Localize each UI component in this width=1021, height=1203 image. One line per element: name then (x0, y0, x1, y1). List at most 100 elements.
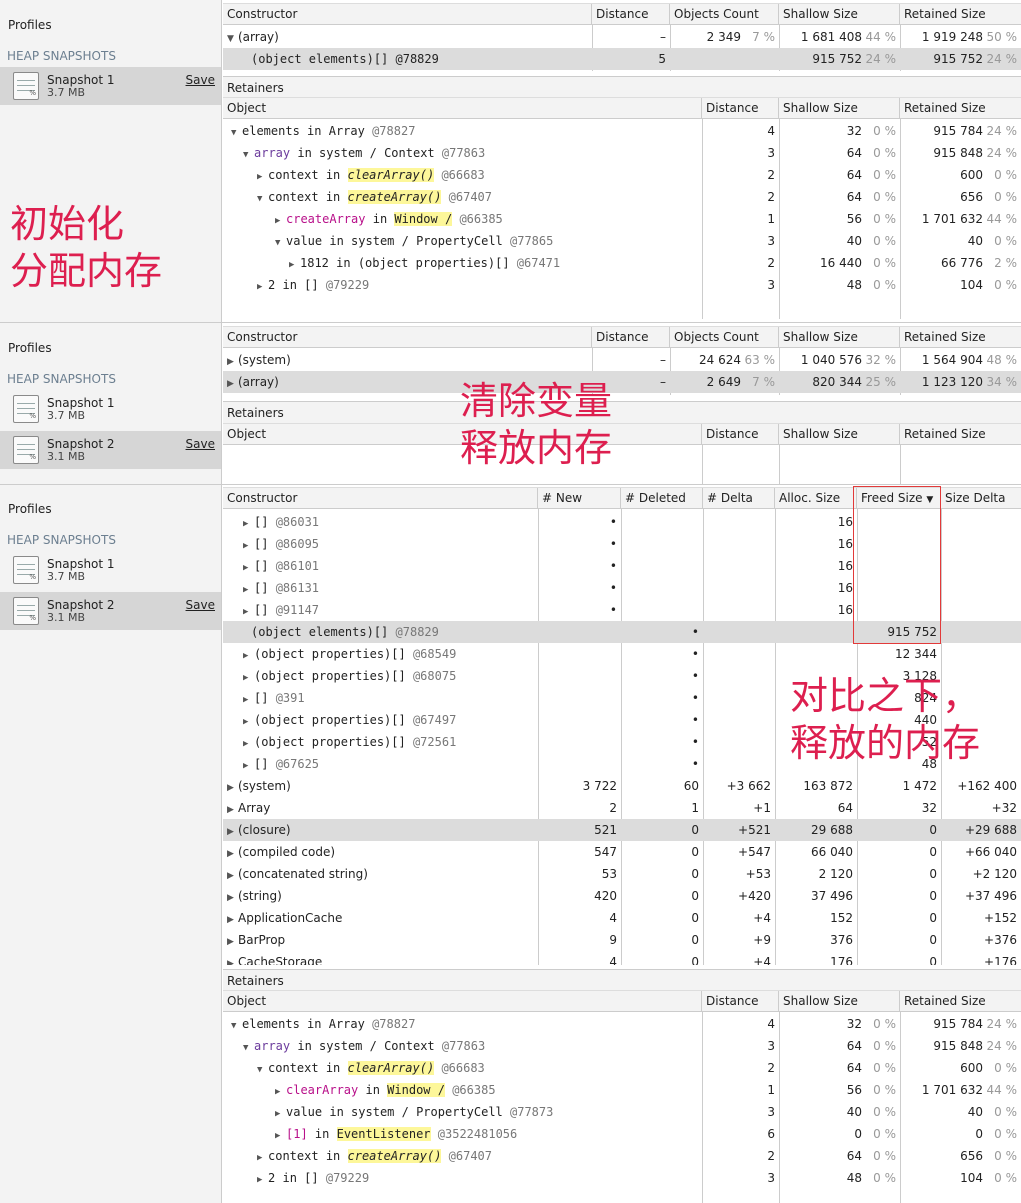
collapsed-triangle-icon[interactable]: ▶ (227, 865, 238, 887)
col-constructor[interactable]: Constructor (223, 4, 592, 25)
table-row[interactable]: ▶ CacheStorage 4 0 +4 176 0 +176 (223, 951, 1021, 965)
expand-triangle-icon[interactable]: ▼ (231, 1015, 242, 1037)
collapsed-triangle-icon[interactable]: ▶ (243, 601, 254, 623)
col-distance[interactable]: Distance (702, 98, 779, 119)
expand-triangle-icon[interactable]: ▼ (243, 144, 254, 166)
retainer-row[interactable]: ▶ clearArray in Window / @66385 1 56 0 % 1 70… (223, 1079, 1021, 1101)
collapsed-triangle-icon[interactable]: ▶ (227, 351, 238, 373)
collapsed-triangle-icon[interactable]: ▶ (275, 210, 286, 232)
collapsed-triangle-icon[interactable]: ▶ (227, 821, 238, 843)
table-row[interactable]: ▶ Array 2 1 +1 64 32 +32 (223, 797, 1021, 819)
col-shallow-size[interactable]: Shallow Size (779, 424, 900, 445)
expand-triangle-icon[interactable]: ▼ (231, 122, 242, 144)
retainer-row[interactable]: ▶ value in system / PropertyCell @77873 3 4… (223, 1101, 1021, 1123)
collapsed-triangle-icon[interactable]: ▶ (227, 799, 238, 821)
col-retained-size[interactable]: Retained Size (900, 327, 1021, 348)
col-retained-size[interactable]: Retained Size (900, 991, 1021, 1012)
collapsed-triangle-icon[interactable]: ▶ (257, 1169, 268, 1191)
collapsed-triangle-icon[interactable]: ▶ (243, 579, 254, 601)
expand-triangle-icon[interactable]: ▼ (243, 1037, 254, 1059)
retainer-row[interactable]: ▼ context in createArray() @67407 2 64 0 % 65… (223, 186, 1021, 208)
col-object[interactable]: Object (223, 991, 702, 1012)
collapsed-triangle-icon[interactable]: ▶ (257, 276, 268, 298)
collapsed-triangle-icon[interactable]: ▶ (227, 909, 238, 931)
save-button[interactable]: Save (186, 598, 215, 612)
retained-percent: 24 % (986, 124, 1018, 138)
retainer-row[interactable]: ▼ context in clearArray() @66683 2 64 0 % 600… (223, 1057, 1021, 1079)
retainer-row[interactable]: ▼ elements in Array @78827 4 32 0 % 915 784 24… (223, 120, 1021, 142)
collapsed-triangle-icon[interactable]: ▶ (227, 953, 238, 965)
col-retained-size[interactable]: Retained Size (900, 424, 1021, 445)
retainer-row[interactable]: ▶ 2 in [] @79229 3 48 0 % 104 0 % (223, 274, 1021, 296)
collapsed-triangle-icon[interactable]: ▶ (257, 1147, 268, 1169)
retainer-row[interactable]: ▶ createArray in Window / @66385 1 56 0 % 1 7… (223, 208, 1021, 230)
table-row[interactable]: ▶ BarProp 9 0 +9 376 0 +376 (223, 929, 1021, 951)
table-row-selected[interactable]: ▶ (closure) 521 0 +521 29 688 0 +29 688 (223, 819, 1021, 841)
expand-triangle-icon[interactable]: ▼ (275, 232, 286, 254)
col-distance[interactable]: Distance (702, 991, 779, 1012)
retainer-row[interactable]: ▼ array in system / Context @77863 3 64 0 % 9… (223, 142, 1021, 164)
collapsed-triangle-icon[interactable]: ▶ (275, 1103, 286, 1125)
retainer-row[interactable]: ▶ context in createArray() @67407 2 64 0 % 65… (223, 1145, 1021, 1167)
collapsed-triangle-icon[interactable]: ▶ (243, 733, 254, 755)
collapsed-triangle-icon[interactable]: ▶ (227, 373, 238, 395)
col-distance[interactable]: Distance (702, 424, 779, 445)
col-retained-size[interactable]: Retained Size (900, 98, 1021, 119)
collapsed-triangle-icon[interactable]: ▶ (243, 667, 254, 689)
col-shallow-size[interactable]: Shallow Size (779, 991, 900, 1012)
table-row[interactable]: ▶ (string) 420 0 +420 37 496 0 +37 496 (223, 885, 1021, 907)
table-row[interactable]: ▼ (array) – 2 349 7 % 1 681 408 44 % 1 919 … (223, 26, 1021, 48)
collapsed-triangle-icon[interactable]: ▶ (243, 557, 254, 579)
collapsed-triangle-icon[interactable]: ▶ (275, 1125, 286, 1147)
snapshot-2-item[interactable]: % Snapshot 2 3.1 MB Save (0, 592, 221, 630)
col-object[interactable]: Object (223, 98, 702, 119)
retainer-row[interactable]: ▼ array in system / Context @77863 3 64 0 % 9… (223, 1035, 1021, 1057)
collapsed-triangle-icon[interactable]: ▶ (275, 1081, 286, 1103)
col-shallow-size[interactable]: Shallow Size (779, 327, 900, 348)
table-row[interactable]: ▶ (system) – 24 624 63 % 1 040 576 32 % 1 5… (223, 349, 1021, 371)
retainer-row[interactable]: ▼ value in system / PropertyCell @77865 3 4… (223, 230, 1021, 252)
retainer-row[interactable]: ▶ [1] in EventListener @3522481056 6 0 0 % 0 0… (223, 1123, 1021, 1145)
table-row-selected[interactable]: ▶ (array) – 2 649 7 % 820 344 25 % 1 123 12… (223, 371, 1021, 393)
col-objects-count[interactable]: Objects Count (670, 327, 779, 348)
collapsed-triangle-icon[interactable]: ▶ (257, 166, 268, 188)
collapsed-triangle-icon[interactable]: ▶ (227, 887, 238, 909)
collapsed-triangle-icon[interactable]: ▶ (243, 755, 254, 777)
save-button[interactable]: Save (186, 73, 215, 87)
col-distance[interactable]: Distance (592, 4, 670, 25)
collapsed-triangle-icon[interactable]: ▶ (227, 777, 238, 799)
retainer-row[interactable]: ▶ context in clearArray() @66683 2 64 0 % 600… (223, 164, 1021, 186)
table-row[interactable]: ▶ (concatenated string) 53 0 +53 2 120 0 +2 120 (223, 863, 1021, 885)
collapsed-triangle-icon[interactable]: ▶ (243, 645, 254, 667)
expand-triangle-icon[interactable]: ▼ (257, 1059, 268, 1081)
table-row[interactable]: ▶ (system) 3 722 60 +3 662 163 872 1 472 +162 4… (223, 775, 1021, 797)
snapshot-1-item[interactable]: % Snapshot 1 3.7 MB Save (0, 67, 221, 105)
shallow-size-value: 32 0 % (779, 120, 900, 142)
col-distance[interactable]: Distance (592, 327, 670, 348)
retainer-row[interactable]: ▶ 1812 in (object properties)[] @67471 2 16… (223, 252, 1021, 274)
col-retained-size[interactable]: Retained Size (900, 4, 1021, 25)
snapshot-1-item[interactable]: % Snapshot 1 3.7 MB (0, 390, 221, 428)
table-row[interactable]: ▶ (compiled code) 547 0 +547 66 040 0 +66 040 (223, 841, 1021, 863)
collapsed-triangle-icon[interactable]: ▶ (243, 689, 254, 711)
retainer-row[interactable]: ▼ elements in Array @78827 4 32 0 % 915 784 24… (223, 1013, 1021, 1035)
collapsed-triangle-icon[interactable]: ▶ (243, 535, 254, 557)
snapshot-2-item[interactable]: % Snapshot 2 3.1 MB Save (0, 431, 221, 469)
table-row[interactable]: ▶ (object properties)[] @68549 • 12 344 (223, 643, 1021, 665)
col-constructor[interactable]: Constructor (223, 327, 592, 348)
collapsed-triangle-icon[interactable]: ▶ (243, 711, 254, 733)
col-shallow-size[interactable]: Shallow Size (779, 4, 900, 25)
collapsed-triangle-icon[interactable]: ▶ (227, 843, 238, 865)
table-row-selected[interactable]: (object elements)[] @78829 5 915 752 24 %… (223, 48, 1021, 70)
retainer-row[interactable]: ▶ 2 in [] @79229 3 48 0 % 104 0 % (223, 1167, 1021, 1189)
expand-triangle-icon[interactable]: ▼ (257, 188, 268, 210)
snapshot-1-item[interactable]: % Snapshot 1 3.7 MB (0, 551, 221, 589)
expand-triangle-icon[interactable]: ▼ (227, 28, 238, 50)
col-shallow-size[interactable]: Shallow Size (779, 98, 900, 119)
table-row[interactable]: ▶ ApplicationCache 4 0 +4 152 0 +152 (223, 907, 1021, 929)
save-button[interactable]: Save (186, 437, 215, 451)
col-objects-count[interactable]: Objects Count (670, 4, 779, 25)
collapsed-triangle-icon[interactable]: ▶ (227, 931, 238, 953)
collapsed-triangle-icon[interactable]: ▶ (243, 513, 254, 535)
collapsed-triangle-icon[interactable]: ▶ (289, 254, 300, 276)
